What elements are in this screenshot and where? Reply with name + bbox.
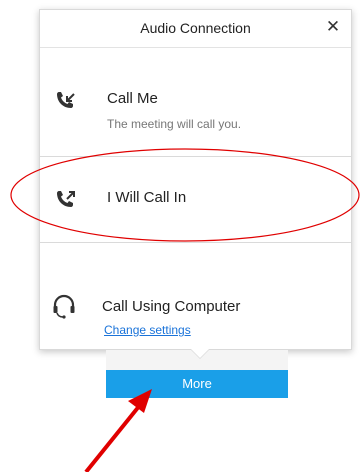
option-i-will-call-in[interactable]: I Will Call In [40, 157, 351, 243]
phone-incoming-icon [57, 92, 75, 108]
option-call-me[interactable]: Call Me The meeting will call you. [40, 47, 351, 157]
popup-header: Audio Connection ✕ [40, 10, 351, 48]
more-button[interactable]: More [106, 370, 288, 398]
option-label: I Will Call In [107, 189, 187, 206]
option-call-using-computer[interactable]: Call Using Computer Change settings [40, 243, 351, 350]
option-label: Call Me [107, 90, 158, 107]
annotation-arrow-shaft [84, 403, 142, 472]
change-settings-link[interactable]: Change settings [104, 323, 191, 337]
audio-connection-popup: Audio Connection ✕ Call Me The meeting w… [39, 9, 352, 350]
popup-pointer [191, 349, 209, 358]
headset-icon [53, 294, 75, 319]
option-subtitle: The meeting will call you. [107, 117, 242, 131]
popup-title: Audio Connection [140, 20, 251, 36]
option-label: Call Using Computer [102, 298, 241, 315]
close-icon[interactable]: ✕ [324, 18, 342, 36]
phone-outgoing-icon [57, 191, 75, 207]
